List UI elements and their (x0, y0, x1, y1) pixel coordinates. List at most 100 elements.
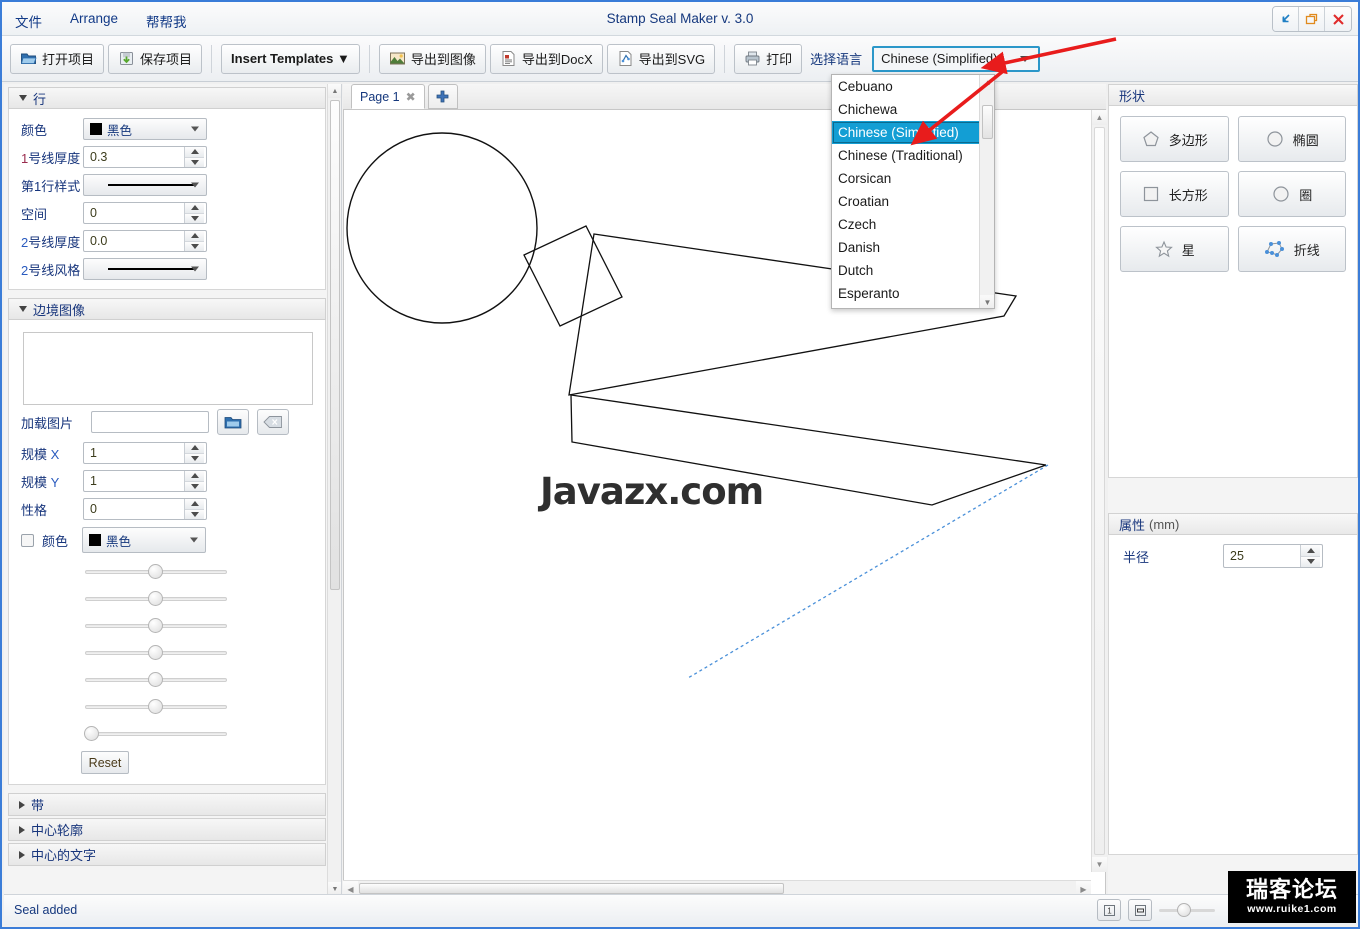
spinner-down-button[interactable] (185, 509, 204, 519)
line1-thickness-spinner[interactable] (83, 146, 207, 168)
scroll-up-icon[interactable]: ▲ (328, 84, 341, 98)
slider-knob[interactable] (84, 726, 99, 741)
browse-folder-button[interactable] (217, 409, 249, 435)
language-option[interactable]: Croatian (832, 190, 981, 213)
language-dropdown-list[interactable]: Cebuano Chichewa Chinese (Simplified) Ch… (831, 74, 995, 309)
spinner-up-button[interactable] (185, 147, 204, 158)
menu-file[interactable]: 文件 (12, 10, 45, 32)
spinner-down-button[interactable] (1301, 556, 1320, 567)
character-spinner[interactable] (83, 498, 207, 520)
zoom-slider-knob[interactable] (1177, 903, 1191, 917)
spinner-up-button[interactable] (185, 231, 204, 242)
language-option[interactable]: Cebuano (832, 75, 981, 98)
clear-image-button[interactable] (257, 409, 289, 435)
section-header-center-text[interactable]: 中心的文字 (8, 843, 326, 866)
spinner-up-button[interactable] (1301, 545, 1320, 557)
load-image-field[interactable] (91, 411, 209, 433)
character-input[interactable] (84, 499, 184, 519)
shape-button-rectangle[interactable]: 长方形 (1120, 171, 1229, 217)
dropdown-scrollbar[interactable]: ▲ ▼ (979, 75, 994, 308)
restore-button[interactable] (1299, 7, 1325, 31)
border-color-select[interactable]: 黑色 (82, 527, 206, 553)
shape-button-polygon[interactable]: 多边形 (1120, 116, 1229, 162)
spinner-up-button[interactable] (185, 443, 204, 454)
space-spinner[interactable] (83, 202, 207, 224)
shape-button-polyline[interactable]: 折线 (1237, 226, 1346, 272)
shape-circle[interactable] (346, 132, 538, 324)
insert-templates-button[interactable]: Insert Templates ▼ (221, 43, 360, 74)
language-option[interactable]: Czech (832, 213, 981, 236)
slider-knob[interactable] (148, 645, 163, 660)
adjust-slider-6[interactable] (85, 698, 227, 714)
zoom-actual-size-button[interactable]: 1 (1097, 899, 1121, 921)
section-header-border-image[interactable]: 边境图像 (8, 298, 326, 320)
dropdown-scroll-thumb[interactable] (982, 105, 993, 139)
language-option-selected[interactable]: Chinese (Simplified) (832, 121, 981, 144)
zoom-fit-button[interactable] (1128, 899, 1152, 921)
add-page-button[interactable] (427, 84, 458, 109)
scroll-down-icon[interactable]: ▼ (980, 295, 994, 308)
print-button[interactable]: 打印 (734, 43, 803, 74)
shape-button-ellipse[interactable]: 椭圆 (1237, 116, 1346, 162)
language-option[interactable]: Chinese (Traditional) (832, 144, 981, 167)
minimize-button[interactable] (1273, 7, 1299, 31)
adjust-slider-4[interactable] (85, 644, 227, 660)
shape-button-star[interactable]: 星 (1120, 226, 1229, 272)
slider-knob[interactable] (148, 672, 163, 687)
adjust-slider-7[interactable] (84, 725, 227, 741)
scroll-up-icon[interactable]: ▲ (980, 75, 994, 90)
line2-style-select[interactable] (83, 258, 207, 280)
radius-input[interactable] (1224, 545, 1300, 567)
scale-y-input[interactable] (84, 471, 184, 491)
spinner-up-button[interactable] (185, 203, 204, 214)
language-select[interactable]: Chinese (Simplified) (872, 45, 1041, 72)
zoom-slider[interactable] (1159, 902, 1215, 918)
spinner-down-button[interactable] (185, 241, 204, 251)
canvas-horizontal-scroll-thumb[interactable] (359, 883, 784, 894)
color-select[interactable]: 黑色 (83, 118, 207, 140)
spinner-down-button[interactable] (185, 481, 204, 491)
language-option[interactable]: Dutch (832, 259, 981, 282)
section-header-center-outline[interactable]: 中心轮廓 (8, 818, 326, 841)
canvas-vertical-scrollbar[interactable]: ▲ ▼ (1091, 110, 1107, 872)
language-option[interactable]: Chichewa (832, 98, 981, 121)
export-image-button[interactable]: 导出到图像 (378, 43, 486, 74)
line1-style-select[interactable] (83, 174, 207, 196)
export-docx-button[interactable]: 导出到DocX (489, 43, 603, 74)
left-panel-scroll-thumb[interactable] (330, 100, 340, 590)
language-option[interactable]: Danish (832, 236, 981, 259)
scale-x-input[interactable] (84, 443, 184, 463)
export-svg-button[interactable]: 导出到SVG (606, 43, 716, 74)
spinner-down-button[interactable] (185, 453, 204, 463)
left-panel-scrollbar[interactable]: ▲ ▼ (327, 84, 341, 896)
space-input[interactable] (84, 203, 184, 223)
spinner-up-button[interactable] (185, 499, 204, 510)
radius-spinner[interactable] (1223, 544, 1323, 568)
canvas-vertical-scroll-thumb[interactable] (1094, 127, 1105, 855)
slider-knob[interactable] (148, 618, 163, 633)
close-tab-icon[interactable]: ✖ (406, 90, 416, 104)
border-color-checkbox[interactable] (21, 533, 34, 547)
scroll-down-icon[interactable]: ▼ (1092, 857, 1107, 872)
shape-rectangle-small[interactable] (523, 225, 623, 327)
shape-button-circle[interactable]: 圈 (1237, 171, 1346, 217)
slider-knob[interactable] (148, 591, 163, 606)
adjust-slider-3[interactable] (85, 617, 227, 633)
scroll-up-icon[interactable]: ▲ (1092, 110, 1107, 125)
open-project-button[interactable]: 打开项目 (10, 43, 105, 74)
adjust-slider-2[interactable] (85, 590, 227, 606)
border-image-preview[interactable] (23, 332, 313, 405)
slider-knob[interactable] (148, 699, 163, 714)
menu-help[interactable]: 帮帮我 (143, 10, 190, 32)
section-header-band[interactable]: 带 (8, 793, 326, 816)
reset-button[interactable]: Reset (81, 751, 129, 774)
language-option[interactable]: Corsican (832, 167, 981, 190)
scale-x-spinner[interactable] (83, 442, 207, 464)
adjust-slider-5[interactable] (85, 671, 227, 687)
slider-knob[interactable] (148, 564, 163, 579)
spinner-down-button[interactable] (185, 157, 204, 167)
menu-arrange[interactable]: Arrange (67, 10, 121, 32)
line1-thickness-input[interactable] (84, 147, 184, 167)
language-option[interactable]: Esperanto (832, 282, 981, 305)
close-button[interactable] (1325, 7, 1351, 31)
